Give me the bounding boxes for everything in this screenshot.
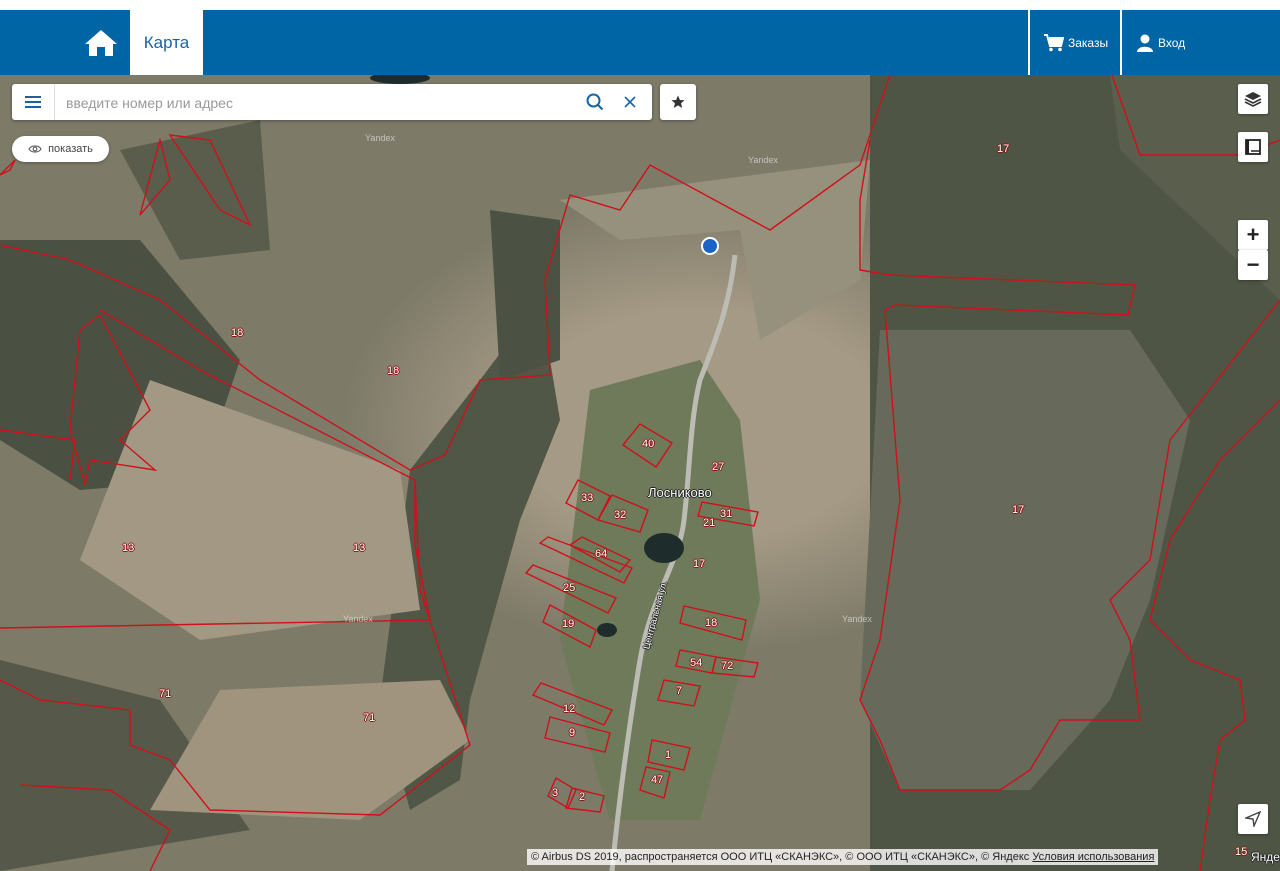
user-icon bbox=[1137, 34, 1153, 52]
orders-button[interactable]: Заказы bbox=[1028, 10, 1120, 75]
search-box bbox=[12, 84, 652, 122]
top-navigation-bar: Карта Заказы Вход bbox=[0, 10, 1280, 75]
attribution-text: © Airbus DS 2019, распространяется ООО И… bbox=[531, 851, 1030, 863]
yandex-logo[interactable]: Яндекс bbox=[1251, 850, 1280, 864]
layers-icon bbox=[1244, 92, 1262, 107]
login-label: Вход bbox=[1158, 35, 1186, 50]
favorites-button[interactable] bbox=[660, 84, 696, 120]
locate-button[interactable] bbox=[1238, 804, 1268, 834]
close-icon[interactable] bbox=[622, 93, 638, 111]
map-watermark: Yandex bbox=[748, 155, 778, 165]
village-name-label: Лосниково bbox=[648, 485, 712, 500]
menu-button[interactable] bbox=[12, 84, 55, 120]
zoom-in-button[interactable]: + bbox=[1238, 220, 1268, 250]
orders-label: Заказы bbox=[1068, 35, 1109, 50]
hamburger-menu-icon bbox=[25, 96, 41, 108]
terms-of-use-link[interactable]: Условия использования bbox=[1032, 851, 1154, 863]
cart-icon bbox=[1044, 33, 1064, 51]
login-button[interactable]: Вход bbox=[1120, 10, 1280, 75]
legend-button[interactable] bbox=[1238, 132, 1268, 162]
map-canvas[interactable]: Yandex Yandex Yandex Yandex 17 18 18 13 … bbox=[0, 75, 1280, 871]
satellite-terrain bbox=[0, 75, 1280, 871]
show-toggle-button[interactable]: показать bbox=[12, 136, 109, 162]
search-input[interactable] bbox=[64, 84, 578, 122]
top-right-actions: Заказы Вход bbox=[1028, 10, 1280, 75]
navigation-arrow-icon bbox=[1245, 811, 1261, 827]
layers-button[interactable] bbox=[1238, 84, 1268, 114]
home-icon bbox=[85, 29, 117, 56]
show-toggle-label: показать bbox=[48, 143, 93, 155]
map-watermark: Yandex bbox=[343, 614, 373, 624]
search-icon[interactable] bbox=[586, 93, 604, 111]
map-watermark: Yandex bbox=[842, 614, 872, 624]
map-watermark: Yandex bbox=[365, 133, 395, 143]
zoom-out-button[interactable]: − bbox=[1238, 250, 1268, 280]
star-icon bbox=[671, 95, 685, 108]
home-button[interactable] bbox=[80, 10, 122, 75]
book-icon bbox=[1245, 139, 1261, 155]
map-attribution: © Airbus DS 2019, распространяется ООО И… bbox=[527, 849, 1159, 865]
eye-icon bbox=[28, 145, 42, 153]
tab-map[interactable]: Карта bbox=[130, 10, 203, 75]
